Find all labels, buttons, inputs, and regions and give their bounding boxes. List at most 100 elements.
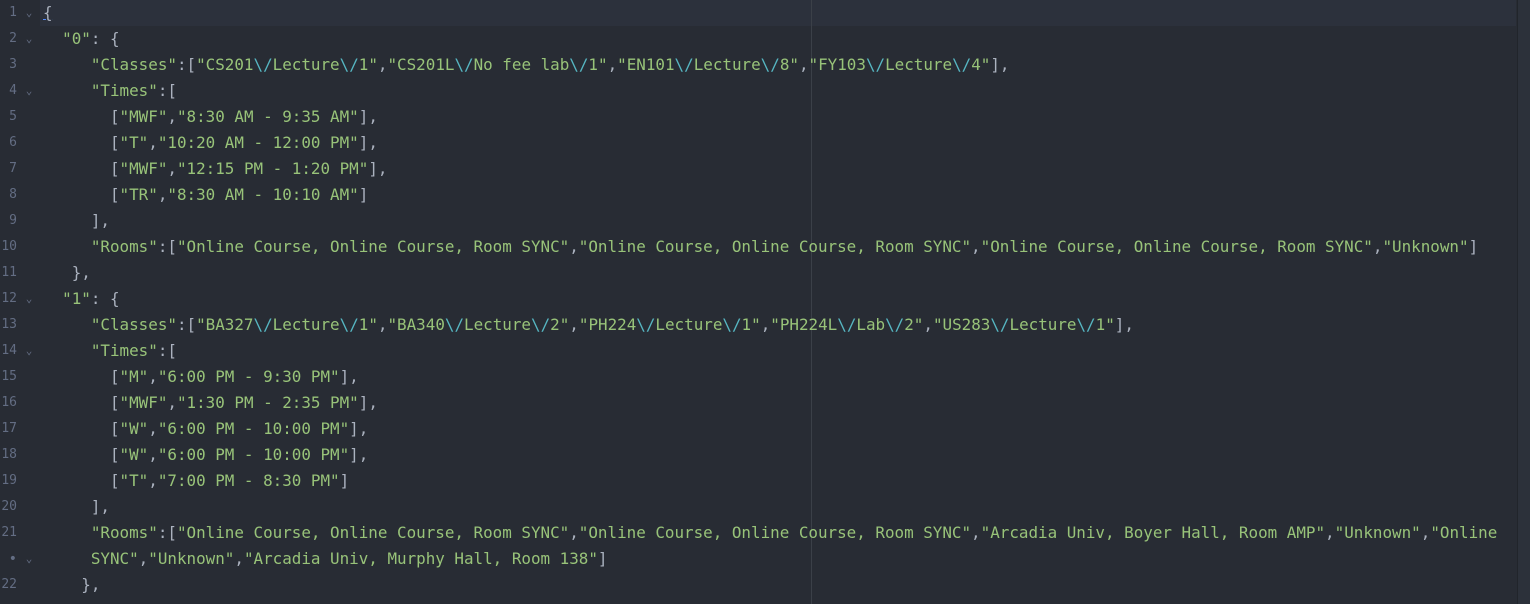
code-line[interactable]: ["T","7:00 PM - 8:30 PM"] [43,468,349,494]
code-area[interactable]: { "0": { "Classes":["CS201\/Lecture\/1",… [43,0,1516,604]
line-number: 1 [9,5,17,20]
fold-chevron-icon[interactable]: ⌄ [23,0,35,26]
fold-chevron-icon[interactable]: ⌄ [23,286,35,312]
code-token: "T" [119,133,149,152]
code-token: ], [339,367,359,386]
code-line[interactable]: "0": { [43,26,120,52]
code-token: "W" [119,419,149,438]
code-token: "W" [119,445,149,464]
code-token: "BA327 [196,315,254,334]
code-token: ], [43,211,110,230]
code-token: "Rooms" [90,237,158,256]
code-token: "CS201L [387,55,455,74]
code-line[interactable]: ["MWF","8:30 AM - 9:35 AM"], [43,104,378,130]
line-number: 19 [1,473,17,488]
line-number: 9 [9,213,17,228]
code-line[interactable]: ], [43,208,110,234]
code-token: 1" [588,55,608,74]
fold-chevron-icon[interactable]: ⌄ [23,78,35,104]
code-token: , [148,367,158,386]
code-token: , [148,133,158,152]
code-token: [ [43,393,120,412]
code-token: : { [90,29,120,48]
line-number: 4 [9,83,17,98]
code-token: Lecture [885,55,953,74]
code-token: , [148,471,158,490]
code-line[interactable]: "Times":[ [43,78,177,104]
vertical-scrollbar[interactable] [1517,0,1530,604]
code-token: "Unknown" [1382,237,1469,256]
code-token: , [760,315,771,334]
code-token: 1" [358,315,378,334]
code-token: \/ [253,315,273,334]
code-line[interactable]: ["T","10:20 AM - 12:00 PM"], [43,130,378,156]
code-token: SYNC" [43,549,139,568]
fold-chevron-icon[interactable]: ⌄ [23,338,35,364]
code-token: "PH224 [578,315,637,334]
code-token: \/ [885,315,905,334]
code-token: "10:20 AM - 12:00 PM" [157,133,359,152]
code-line[interactable]: { [43,0,53,26]
code-token: "Arcadia Univ, Murphy Hall, Room 138" [243,549,598,568]
code-token: "6:00 PM - 9:30 PM" [157,367,340,386]
code-token: "Online Course, Online Course, Room SYNC… [980,237,1373,256]
code-line[interactable]: ["MWF","1:30 PM - 2:35 PM"], [43,390,378,416]
code-line[interactable]: "Rooms":["Online Course, Online Course, … [43,234,1478,260]
line-number: 5 [9,109,17,124]
code-token: \/ [454,55,474,74]
code-token: "Classes" [90,315,177,334]
code-token: :[ [176,55,197,74]
line-number: 3 [9,57,17,72]
code-token: \/ [1076,315,1096,334]
code-token: [ [43,159,120,178]
line-number-gutter[interactable]: 1 ⌄ 2 ⌄ 3 4 ⌄ 5 6 7 8 9 10 11 12 ⌄ 13 14 ⌄ 15 16 17 18 19 20 21 • ⌄… [0,0,40,604]
code-line[interactable]: ["M","6:00 PM - 9:30 PM"], [43,364,359,390]
code-line[interactable]: ["W","6:00 PM - 10:00 PM"], [43,442,368,468]
code-line[interactable]: }, [43,572,100,598]
code-token: "Times" [90,341,158,360]
code-token: Lab [856,315,886,334]
code-token: , [569,523,579,542]
code-token: , [234,549,244,568]
code-token: 2" [904,315,924,334]
code-line[interactable]: "Times":[ [43,338,177,364]
code-token: , [569,237,579,256]
code-token: 1" [741,315,761,334]
code-token: Lecture [1009,315,1077,334]
code-line[interactable]: "1": { [43,286,119,312]
code-token: , [923,315,933,334]
code-token: [ [43,367,120,386]
line-number: 11 [1,265,17,280]
code-token: ] [1468,237,1479,256]
code-token: Lecture [272,55,340,74]
code-token: "6:00 PM - 10:00 PM" [157,445,350,464]
code-line[interactable]: ["MWF","12:15 PM - 1:20 PM"], [43,156,387,182]
code-line[interactable]: SYNC","Unknown","Arcadia Univ, Murphy Ha… [43,546,608,572]
code-token: "8:30 AM - 9:35 AM" [176,107,359,126]
fold-chevron-icon[interactable]: ⌄ [23,546,35,572]
code-token: ], [349,419,369,438]
code-line[interactable]: ], [43,494,110,520]
line-number: 16 [1,395,17,410]
code-line[interactable]: ["W","6:00 PM - 10:00 PM"], [43,416,368,442]
code-line[interactable]: }, [43,260,91,286]
code-line[interactable]: "Classes":["CS201\/Lecture\/1","CS201L\/… [43,52,1010,78]
code-line[interactable]: "Rooms":["Online Course, Online Course, … [43,520,1497,546]
fold-chevron-icon[interactable]: ⌄ [23,26,35,52]
line-number: • [8,551,17,567]
code-editor[interactable]: 1 ⌄ 2 ⌄ 3 4 ⌄ 5 6 7 8 9 10 11 12 ⌄ 13 14 ⌄ 15 16 17 18 19 20 21 • ⌄… [0,0,1530,604]
code-token: \/ [636,315,656,334]
code-token: , [148,419,158,438]
code-line[interactable]: ["TR","8:30 AM - 10:10 AM"] [43,182,368,208]
code-token: "MWF" [119,393,168,412]
code-token: ], [349,445,369,464]
code-token: , [607,55,618,74]
line-number: 12 [1,291,17,306]
code-line[interactable]: "Classes":["BA327\/Lecture\/1","BA340\/L… [43,312,1134,338]
